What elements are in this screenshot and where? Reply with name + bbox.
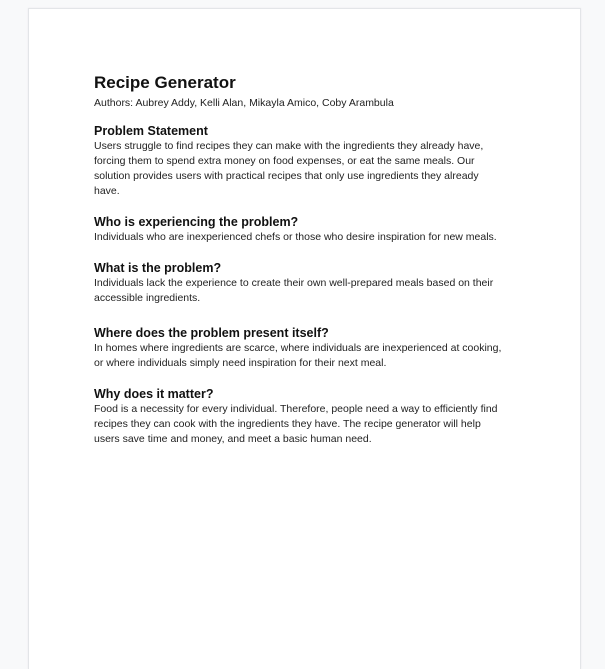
section-heading: Who is experiencing the problem? — [94, 215, 299, 229]
body-line: recipes they can cook with the ingredien… — [94, 418, 481, 430]
body-line: users save time and money, and meet a ba… — [94, 433, 372, 445]
section-who: Who is experiencing the problem? Individ… — [94, 214, 514, 245]
section-heading: Why does it matter? — [94, 387, 214, 401]
section-body: Individuals lack the experience to creat… — [94, 276, 514, 306]
section-what: What is the problem? Individuals lack th… — [94, 260, 514, 306]
section-heading: Problem Statement — [94, 124, 208, 138]
section-body: Individuals who are inexperienced chefs … — [94, 230, 514, 245]
section-why: Why does it matter? Food is a necessity … — [94, 386, 514, 447]
body-line: Individuals lack the experience to creat… — [94, 277, 494, 289]
section-problem-statement: Problem Statement Users struggle to find… — [94, 123, 514, 199]
body-line: In homes where ingredients are scarce, w… — [94, 342, 502, 354]
body-line: Individuals who are inexperienced chefs … — [94, 231, 497, 243]
section-body: In homes where ingredients are scarce, w… — [94, 341, 514, 371]
body-line: forcing them to spend extra money on foo… — [94, 155, 475, 167]
document-title: Recipe Generator — [94, 73, 236, 92]
body-line: have. — [94, 185, 120, 197]
body-line: accessible ingredients. — [94, 292, 201, 304]
section-heading: Where does the problem present itself? — [94, 326, 329, 340]
body-line: Users struggle to find recipes they can … — [94, 140, 484, 152]
section-heading: What is the problem? — [94, 261, 222, 275]
body-line: Food is a necessity for every individual… — [94, 403, 498, 415]
section-body: Users struggle to find recipes they can … — [94, 139, 514, 199]
body-line: or where individuals simply need inspira… — [94, 357, 387, 369]
section-body: Food is a necessity for every individual… — [94, 402, 514, 447]
section-where: Where does the problem present itself? I… — [94, 325, 514, 371]
body-line: solution provides users with practical r… — [94, 170, 479, 182]
authors-line: Authors: Aubrey Addy, Kelli Alan, Mikayl… — [94, 97, 394, 109]
document-page: Recipe Generator Authors: Aubrey Addy, K… — [28, 8, 581, 669]
document-content: Recipe Generator Authors: Aubrey Addy, K… — [94, 73, 514, 447]
